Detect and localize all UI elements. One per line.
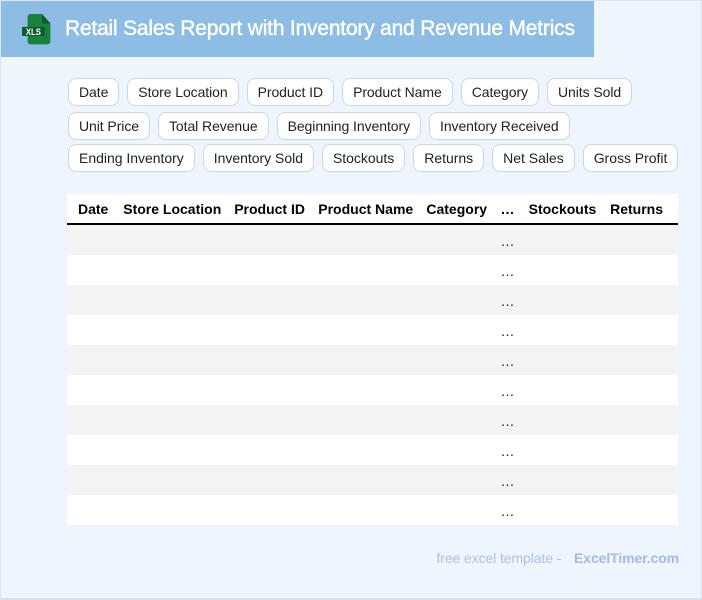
svg-text:XLS: XLS — [25, 27, 40, 38]
